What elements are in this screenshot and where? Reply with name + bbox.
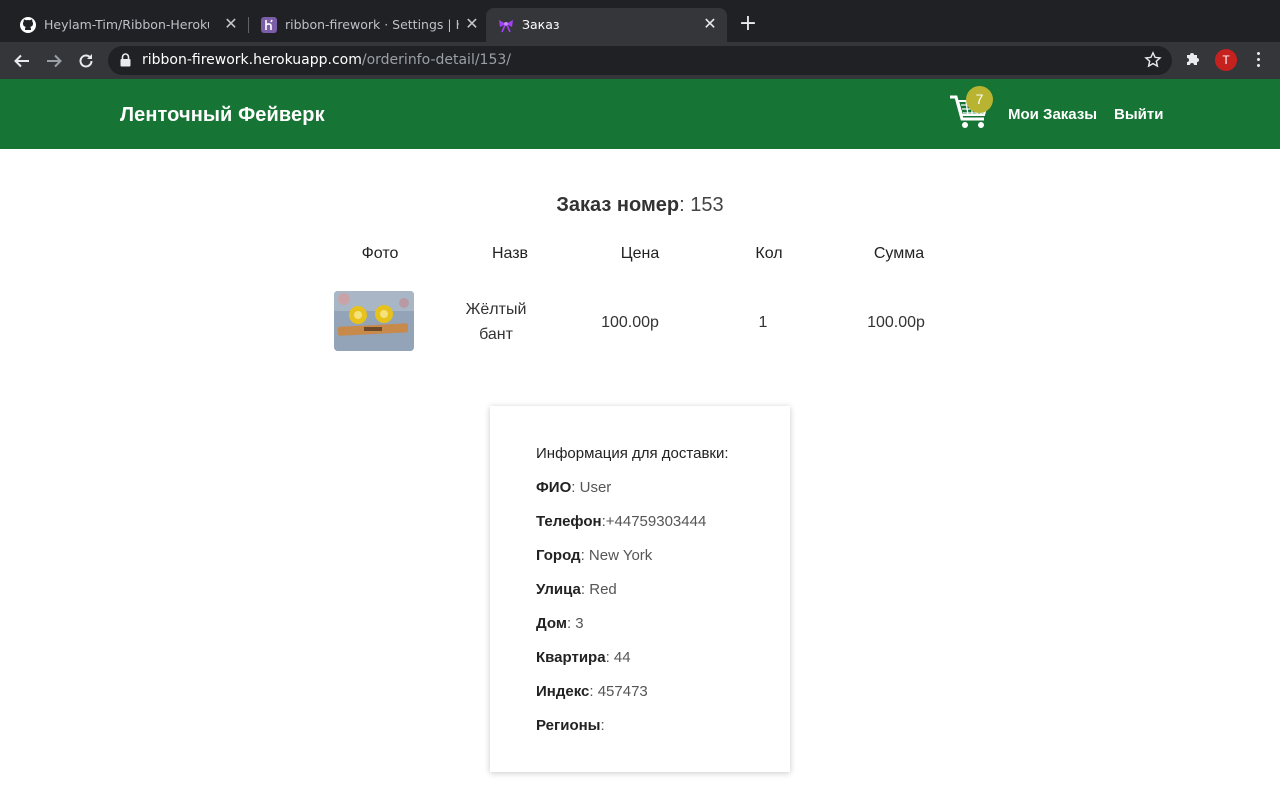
profile-avatar[interactable]: T — [1215, 49, 1237, 71]
column-header: Кол — [755, 245, 783, 262]
tab-github[interactable]: Heylam-Tim/Ribbon-Heroku ✕ — [8, 8, 248, 42]
site-header: Ленточный Фейверк Мои Заказы Выйти — [0, 79, 1280, 149]
logout-link[interactable]: Выйти — [1114, 106, 1163, 123]
item-name: Жёлтый бант — [465, 301, 527, 343]
delivery-info-card: Информация для доставки: ФИО: User Телеф… — [490, 406, 790, 772]
ribbon-icon — [498, 17, 514, 33]
delivery-field-street: Улица: Red — [536, 581, 617, 598]
delivery-field-postcode: Индекс: 457473 — [536, 683, 648, 700]
heroku-icon — [261, 17, 277, 33]
forward-button[interactable] — [43, 50, 65, 72]
browser-toolbar: ribbon-firework.herokuapp.com/orderinfo-… — [0, 42, 1280, 79]
tab-title: Heylam-Tim/Ribbon-Heroku — [44, 17, 209, 32]
reload-icon — [79, 54, 93, 68]
reload-button[interactable] — [75, 50, 97, 72]
bookmark-star-icon[interactable] — [1144, 51, 1162, 74]
delivery-field-regions: Регионы: — [536, 717, 605, 734]
arrow-right-icon — [47, 54, 62, 68]
cart-count-badge: 7 — [966, 86, 993, 113]
lock-icon — [120, 53, 131, 72]
browser-tabstrip: Heylam-Tim/Ribbon-Heroku ✕ ribbon-firewo… — [0, 0, 1280, 42]
close-icon[interactable]: ✕ — [701, 15, 719, 33]
delivery-field-house: Дом: 3 — [536, 615, 584, 632]
delivery-field-name: ФИО: User — [536, 479, 612, 496]
tab-title: ribbon-firework · Settings | Her — [285, 17, 459, 32]
delivery-field-apartment: Квартира: 44 — [536, 649, 631, 666]
delivery-field-city: Город: New York — [536, 547, 653, 564]
new-tab-button[interactable]: + — [736, 13, 760, 37]
item-sum: 100.00р — [867, 314, 925, 331]
tab-heroku[interactable]: ribbon-firework · Settings | Her ✕ — [249, 8, 486, 42]
column-header: Цена — [620, 245, 660, 262]
close-icon[interactable]: ✕ — [222, 15, 240, 33]
delivery-heading: Информация для доставки: — [536, 445, 729, 462]
tab-title: Заказ — [522, 17, 560, 32]
column-header: Сумма — [873, 245, 925, 262]
more-menu-icon[interactable] — [1250, 49, 1266, 71]
page-title: Заказ номер: 153 — [556, 194, 724, 216]
address-bar[interactable]: ribbon-firework.herokuapp.com/orderinfo-… — [108, 46, 1172, 75]
column-header: Назв — [491, 245, 529, 262]
my-orders-link[interactable]: Мои Заказы — [1008, 106, 1097, 123]
close-icon[interactable]: ✕ — [463, 15, 481, 33]
column-header: Фото — [361, 245, 399, 262]
item-price: 100.00р — [601, 314, 659, 331]
product-photo[interactable] — [334, 291, 414, 351]
puzzle-icon[interactable] — [1184, 50, 1202, 73]
item-quantity: 1 — [758, 314, 768, 331]
back-button[interactable] — [11, 50, 33, 72]
arrow-left-icon — [14, 54, 29, 68]
tab-order[interactable]: Заказ ✕ — [486, 8, 727, 42]
delivery-field-phone: Телефон:+44759303444 — [536, 513, 707, 530]
url-text: ribbon-firework.herokuapp.com/orderinfo-… — [142, 52, 511, 68]
site-brand[interactable]: Ленточный Фейверк — [120, 104, 325, 127]
github-icon — [20, 17, 36, 33]
